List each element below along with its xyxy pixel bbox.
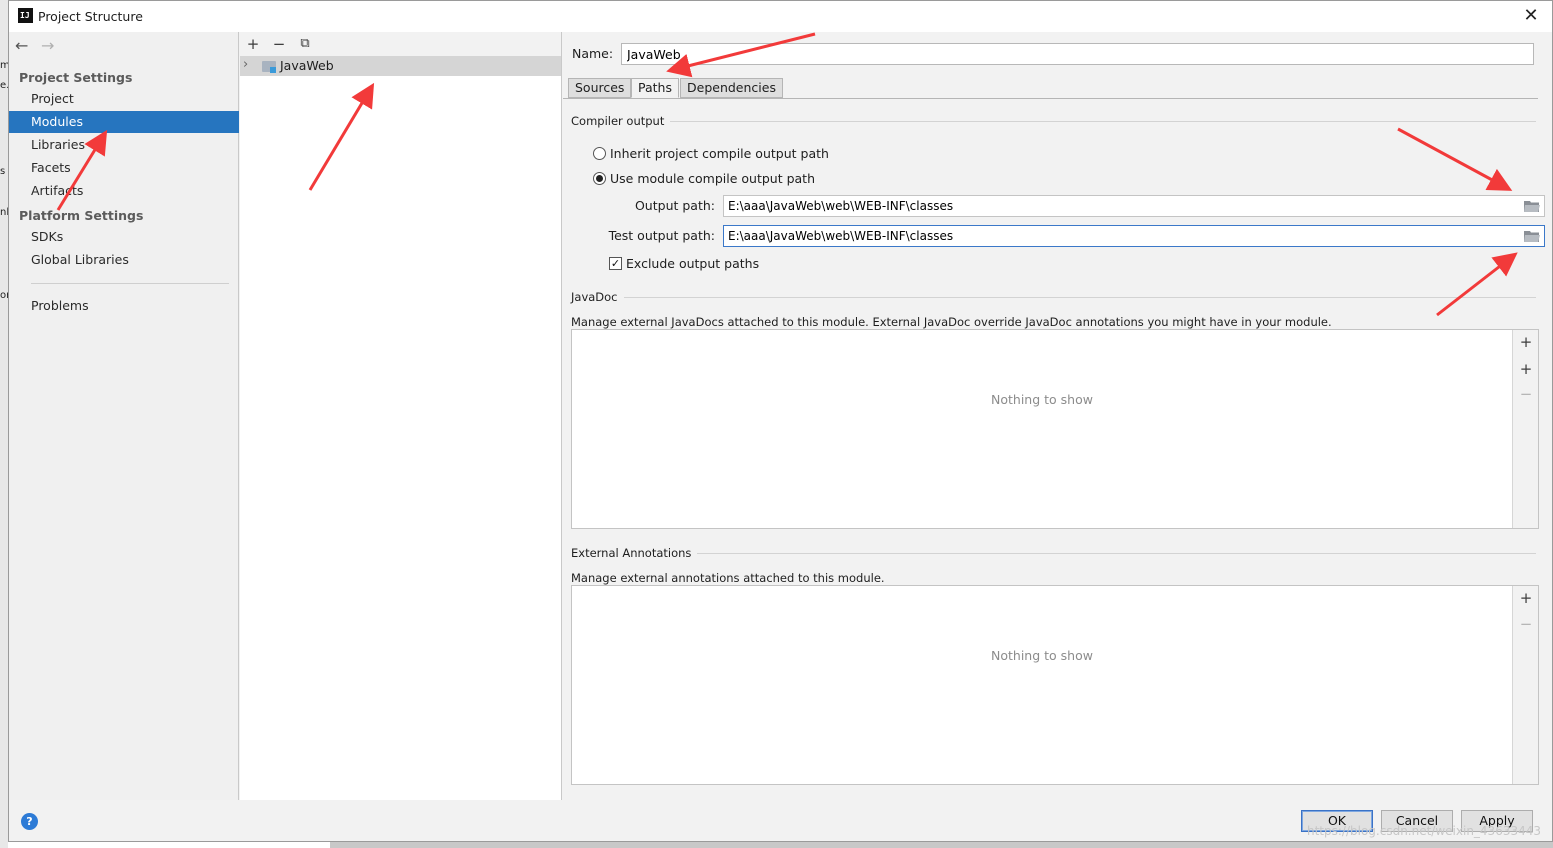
remove-annotation-icon[interactable]: − (1513, 615, 1539, 633)
external-annotations-empty-text: Nothing to show (991, 648, 1093, 663)
use-module-output-radio[interactable] (593, 172, 606, 185)
compiler-output-title: Compiler output (571, 114, 671, 128)
tab-paths[interactable]: Paths (631, 78, 679, 98)
output-path-input[interactable] (723, 195, 1545, 217)
title-bar: IJ Project Structure ✕ (9, 1, 1552, 32)
tab-underline (563, 98, 1538, 99)
external-annotations-list[interactable]: Nothing to show + − (571, 585, 1539, 785)
sidebar-item-artifacts[interactable]: Artifacts (9, 180, 239, 202)
forward-arrow-icon[interactable]: → (41, 36, 54, 55)
exclude-output-label: Exclude output paths (626, 256, 760, 271)
modules-list-panel: + − ⧉ › JavaWeb (240, 32, 562, 800)
module-name-input[interactable] (621, 43, 1534, 65)
desktop-edge: m e. s nl or (0, 0, 10, 848)
add-javadoc-icon[interactable]: + (1513, 333, 1539, 351)
javadoc-description: Manage external JavaDocs attached to thi… (571, 315, 1332, 329)
window-title: Project Structure (38, 9, 143, 24)
javadoc-empty-text: Nothing to show (991, 392, 1093, 407)
sidebar-item-facets[interactable]: Facets (9, 157, 239, 179)
sidebar-item-modules[interactable]: Modules (9, 111, 239, 133)
remove-module-icon[interactable]: − (269, 34, 289, 54)
module-badge-icon (270, 67, 276, 73)
javadoc-list[interactable]: Nothing to show + + − (571, 329, 1539, 529)
project-structure-dialog: IJ Project Structure ✕ ← → Project Setti… (8, 0, 1553, 842)
sidebar-item-problems[interactable]: Problems (9, 295, 239, 317)
exclude-output-checkbox[interactable]: ✓ (609, 257, 622, 270)
close-icon[interactable]: ✕ (1520, 5, 1542, 27)
inherit-output-radio[interactable] (593, 147, 606, 160)
browse-folder-icon[interactable] (1524, 200, 1540, 212)
watermark-text: https://blog.csdn.net/weixin_43633443 (1306, 824, 1541, 838)
use-module-output-label: Use module compile output path (610, 171, 816, 186)
remove-javadoc-icon[interactable]: − (1513, 385, 1539, 403)
test-output-path-input[interactable] (723, 225, 1545, 247)
platform-settings-heading: Platform Settings (19, 208, 144, 223)
output-path-label: Output path: (634, 198, 715, 213)
add-annotation-icon[interactable]: + (1513, 589, 1539, 607)
settings-sidebar: ← → Project Settings Project Modules Lib… (9, 32, 239, 800)
javadoc-title: JavaDoc (571, 290, 624, 304)
sidebar-divider (31, 283, 229, 284)
browse-folder-icon[interactable] (1524, 230, 1540, 242)
intellij-app-icon: IJ (18, 8, 33, 23)
test-output-path-label: Test output path: (608, 228, 715, 243)
module-detail-panel: Name: Sources Paths Dependencies Compile… (563, 32, 1552, 800)
copy-module-icon[interactable]: ⧉ (295, 34, 315, 54)
name-label: Name: (572, 46, 614, 61)
tab-dependencies[interactable]: Dependencies (680, 78, 783, 98)
compiler-output-rule (571, 121, 1536, 122)
external-annotations-title: External Annotations (571, 546, 698, 560)
desktop-fragment: s (0, 166, 6, 177)
add-module-icon[interactable]: + (243, 34, 263, 54)
sidebar-item-sdks[interactable]: SDKs (9, 226, 239, 248)
inherit-output-label: Inherit project compile output path (610, 146, 829, 161)
modules-toolbar: + − ⧉ (240, 32, 561, 56)
javadoc-list-toolbar: + + − (1512, 330, 1538, 528)
sidebar-item-project[interactable]: Project (9, 88, 239, 110)
module-name-label: JavaWeb (280, 58, 334, 73)
help-icon[interactable]: ? (21, 813, 38, 830)
desktop-taskbar-edge (330, 842, 1553, 848)
sidebar-item-global-libraries[interactable]: Global Libraries (9, 249, 239, 271)
tab-sources[interactable]: Sources (568, 78, 632, 98)
module-tree-row[interactable]: › JavaWeb (240, 56, 561, 76)
project-settings-heading: Project Settings (19, 70, 133, 85)
sidebar-item-libraries[interactable]: Libraries (9, 134, 239, 156)
expand-chevron-icon[interactable]: › (243, 57, 248, 72)
external-annotations-list-toolbar: + − (1512, 586, 1538, 784)
external-annotations-rule (571, 553, 1536, 554)
back-arrow-icon[interactable]: ← (15, 36, 28, 55)
javadoc-rule (571, 297, 1536, 298)
external-annotations-description: Manage external annotations attached to … (571, 571, 885, 585)
add-javadoc-url-icon[interactable]: + (1513, 360, 1539, 378)
